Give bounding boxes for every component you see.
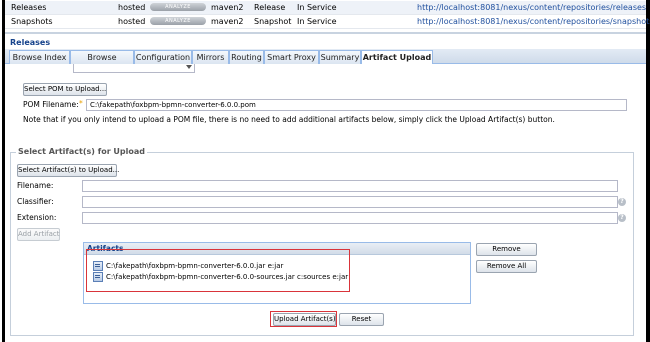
select-artifacts-button[interactable]: Select Artifact(s) to Upload... bbox=[17, 164, 119, 177]
filename-label: Filename: bbox=[17, 181, 54, 190]
tab-summary[interactable]: Summary bbox=[319, 50, 361, 64]
remove-all-button[interactable]: Remove All bbox=[476, 260, 537, 273]
repo-url[interactable]: http://localhost:8081/nexus/content/repo… bbox=[417, 17, 650, 26]
repo-format: maven2 bbox=[211, 17, 244, 26]
pom-filename-label: POM Filename: bbox=[23, 100, 79, 109]
extension-input[interactable] bbox=[82, 212, 618, 224]
repo-status: In Service bbox=[297, 3, 337, 12]
repo-type: hosted bbox=[118, 3, 146, 12]
help-icon[interactable]: ? bbox=[618, 198, 626, 206]
repo-name: Releases bbox=[11, 3, 47, 12]
section-title: Releases bbox=[10, 38, 51, 47]
remove-button[interactable]: Remove bbox=[476, 243, 537, 256]
classifier-label: Classifier: bbox=[17, 197, 54, 206]
repo-format: maven2 bbox=[211, 3, 244, 12]
repo-policy: Release bbox=[254, 3, 286, 12]
highlight-box bbox=[86, 249, 350, 292]
tab-browse-storage[interactable]: Browse Storage bbox=[70, 50, 134, 75]
dropdown-remnant[interactable] bbox=[73, 64, 195, 73]
pom-note: Note that if you only intend to upload a… bbox=[23, 115, 555, 124]
analyze-button[interactable]: ANALYZE bbox=[150, 17, 206, 25]
repo-name: Snapshots bbox=[11, 17, 53, 26]
help-icon[interactable]: ? bbox=[618, 214, 626, 222]
repo-url[interactable]: http://localhost:8081/nexus/content/repo… bbox=[417, 3, 646, 12]
artifact-fieldset-legend: Select Artifact(s) for Upload bbox=[16, 147, 148, 156]
repo-type: hosted bbox=[118, 17, 146, 26]
window-border-right bbox=[646, 0, 650, 342]
add-artifact-button[interactable]: Add Artifact bbox=[17, 228, 60, 241]
chevron-down-icon bbox=[186, 65, 192, 69]
artifact-filename-input[interactable] bbox=[82, 180, 618, 192]
extension-label: Extension: bbox=[17, 213, 57, 222]
repository-row-releases[interactable]: Releases hosted ANALYZE maven2 Release I… bbox=[5, 1, 646, 15]
splitter[interactable] bbox=[5, 32, 646, 34]
pom-filename-input[interactable]: C:\fakepath\foxbpm-bpmn-converter-6.0.0.… bbox=[86, 99, 627, 111]
tab-mirrors[interactable]: Mirrors bbox=[192, 50, 229, 64]
repo-policy: Snapshot bbox=[254, 17, 292, 26]
tab-smart-proxy[interactable]: Smart Proxy bbox=[264, 50, 319, 64]
tab-routing[interactable]: Routing bbox=[229, 50, 264, 64]
classifier-input[interactable] bbox=[82, 196, 618, 208]
tab-browse-index[interactable]: Browse Index bbox=[9, 50, 70, 64]
tab-configuration[interactable]: Configuration bbox=[134, 50, 192, 64]
required-marker: * bbox=[79, 99, 83, 108]
repository-row-snapshots[interactable]: Snapshots hosted ANALYZE maven2 Snapshot… bbox=[5, 15, 650, 29]
reset-button[interactable]: Reset bbox=[339, 313, 384, 326]
tab-bar: Browse Index Browse Storage Configuratio… bbox=[5, 49, 646, 75]
analyze-button[interactable]: ANALYZE bbox=[150, 3, 206, 11]
tab-artifact-upload[interactable]: Artifact Upload bbox=[361, 50, 433, 65]
select-pom-button[interactable]: Select POM to Upload... bbox=[23, 83, 107, 96]
repo-status: In Service bbox=[297, 17, 337, 26]
highlight-box bbox=[270, 311, 337, 327]
